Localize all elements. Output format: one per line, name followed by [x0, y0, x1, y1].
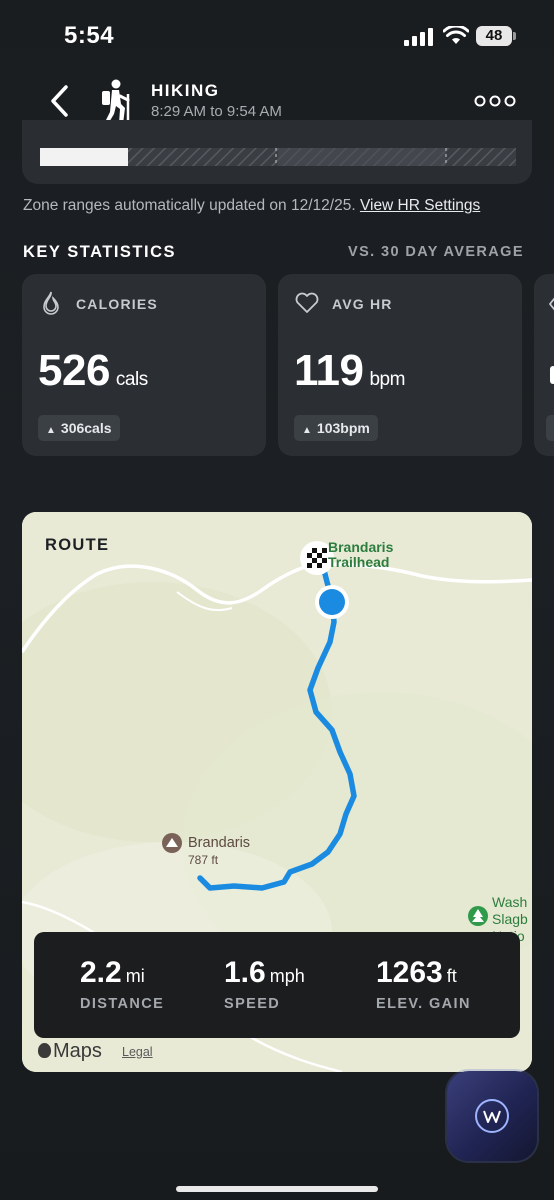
speed-label: SPEED [224, 996, 281, 1012]
avg-hr-card[interactable]: AVG HR 119 bpm ▲ 103bpm [278, 274, 522, 456]
calories-card[interactable]: CALORIES 526 cals ▲ 306cals [22, 274, 266, 456]
maps-brand-text: Maps [53, 1040, 102, 1062]
peak-name[interactable]: Brandaris [188, 835, 250, 851]
stat-icon-partial [548, 297, 554, 311]
status-time: 5:54 [64, 22, 115, 49]
elevation-gain-unit: ft [446, 966, 457, 986]
avg-hr-delta: 103bpm [316, 420, 370, 436]
trailhead-label[interactable]: Brandaris Trailhead [328, 540, 408, 570]
comparison-label: VS. 30 DAY AVERAGE [348, 244, 524, 260]
assistant-logo-icon [475, 1099, 509, 1133]
route-map[interactable]: ROUTE Brandaris Trailhead Brandaris 787 … [22, 512, 532, 1072]
peak-elevation: 787 ft [188, 853, 219, 867]
avg-hr-value: 119 [294, 346, 364, 395]
battery-indicator: 48 [476, 26, 512, 46]
avg-hr-unit: bpm [369, 369, 405, 390]
heart-icon [295, 292, 319, 313]
elevation-gain-label: ELEV. GAIN [376, 996, 471, 1012]
route-heading: ROUTE [45, 536, 110, 554]
battery-tip [513, 32, 516, 40]
elevation-gain-value: 1263 [376, 956, 443, 989]
zone-update-note: Zone ranges automatically updated on 12/… [23, 197, 480, 215]
speed-value: 1.6 [224, 956, 266, 989]
distance-unit: mi [125, 966, 145, 986]
next-stat-card-peek[interactable] [534, 274, 554, 456]
key-statistics-heading: KEY STATISTICS [23, 243, 177, 261]
hr-zone-bar [40, 148, 516, 166]
speed-unit: mph [269, 966, 305, 986]
calories-delta-badge: ▲ 306cals [38, 415, 120, 441]
apple-maps-logo: Maps [38, 1040, 102, 1063]
calories-value-row: 526 cals [38, 346, 148, 396]
wifi-icon [443, 26, 469, 44]
flame-icon [43, 291, 59, 315]
legal-link[interactable]: Legal [122, 1045, 153, 1059]
assistant-button[interactable] [447, 1071, 537, 1161]
activity-time-range: 8:29 AM to 9:54 AM [151, 103, 282, 120]
home-indicator [176, 1186, 378, 1192]
calories-value: 526 [38, 346, 110, 395]
activity-title: HIKING [151, 81, 220, 100]
view-hr-settings-link[interactable]: View HR Settings [360, 197, 480, 214]
avg-hr-value-row: 119 bpm [294, 346, 405, 396]
speed-stat: 1.6 mph SPEED [224, 956, 305, 1012]
avg-hr-delta-badge: ▲ 103bpm [294, 415, 378, 441]
calories-unit: cals [115, 369, 148, 390]
route-stats-panel: 2.2 mi DISTANCE 1.6 mph SPEED 1263 ft ELEV.… [34, 932, 520, 1038]
elevation-gain-stat: 1263 ft ELEV. GAIN [376, 956, 471, 1012]
more-options-icon[interactable] [474, 94, 516, 108]
distance-stat: 2.2 mi DISTANCE [80, 956, 164, 1012]
hiker-icon [102, 79, 130, 124]
apple-logo-icon [38, 1043, 51, 1058]
up-triangle-icon: ▲ [46, 425, 56, 436]
cellular-signal-icon [404, 28, 433, 46]
calories-label: CALORIES [76, 296, 158, 312]
avg-hr-label: AVG HR [332, 296, 393, 312]
hr-zone-card [22, 120, 532, 184]
up-triangle-icon: ▲ [302, 425, 312, 436]
distance-label: DISTANCE [80, 996, 165, 1012]
stat-delta-partial [546, 415, 554, 441]
distance-value: 2.2 [80, 956, 122, 989]
back-chevron-icon[interactable] [48, 84, 70, 118]
zone-note-text: Zone ranges automatically updated on 12/… [23, 197, 356, 214]
stat-value-partial [550, 366, 554, 384]
calories-delta: 306cals [60, 420, 112, 436]
